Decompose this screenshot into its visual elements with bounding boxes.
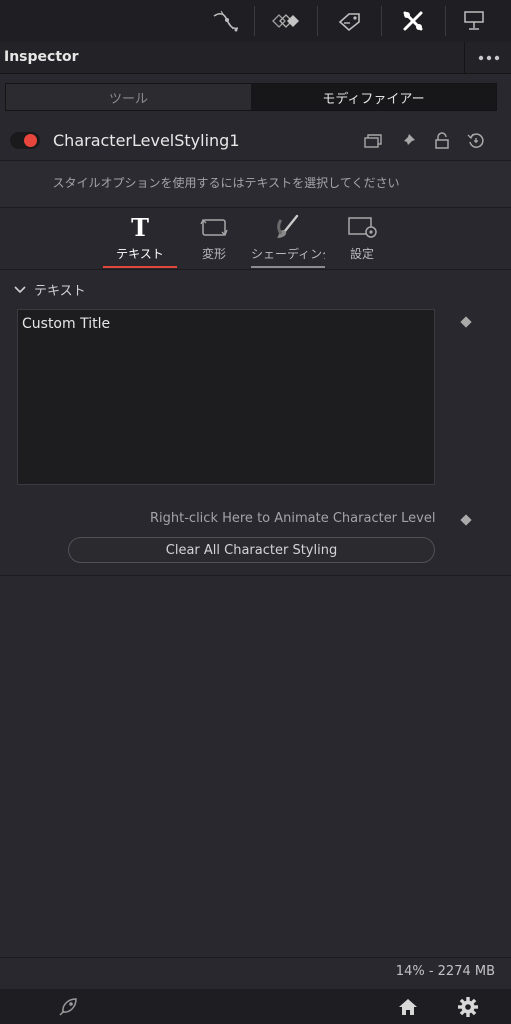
chevron-down-icon <box>14 285 26 293</box>
divider <box>0 269 511 270</box>
keyframe-diamond-icon[interactable] <box>460 316 472 328</box>
panel-title: Inspector <box>4 49 79 65</box>
segment-tools[interactable]: ツール <box>6 84 251 110</box>
divider <box>0 957 511 958</box>
hover-tab-indicator <box>251 266 325 268</box>
pin-icon[interactable] <box>398 131 418 151</box>
styled-text-input[interactable]: Custom Title <box>17 309 435 485</box>
tab-settings[interactable]: 設定 <box>325 210 399 270</box>
text-T-icon: T <box>131 212 149 242</box>
segment-modifiers[interactable]: モディファイアー <box>251 84 496 110</box>
keyframe-diamond-icon[interactable] <box>460 514 472 526</box>
gear-icon[interactable] <box>455 994 481 1020</box>
ellipsis-icon <box>478 55 499 60</box>
active-tab-indicator <box>103 266 177 268</box>
rocket-icon[interactable] <box>55 994 81 1020</box>
settings-gear-icon <box>325 214 399 240</box>
memory-status: 14% - 2274 MB <box>395 964 495 979</box>
divider <box>0 575 511 576</box>
viewer-display-icon[interactable] <box>448 0 500 42</box>
section-title: テキスト <box>34 284 86 299</box>
inspector-tools-icon[interactable] <box>384 0 442 42</box>
tab-shading[interactable]: シェーディング <box>251 210 325 270</box>
transform-icon <box>177 214 251 240</box>
metadata-tag-icon[interactable] <box>320 0 378 42</box>
select-text-hint: スタイルオプションを使用するにはテキストを選択してください <box>52 176 400 190</box>
node-name: CharacterLevelStyling1 <box>53 131 240 150</box>
animate-character-levels-label[interactable]: Right-click Here to Animate Character Le… <box>150 511 436 526</box>
more-options-button[interactable] <box>464 42 511 73</box>
spline-icon[interactable] <box>200 0 252 42</box>
home-icon[interactable] <box>395 994 421 1020</box>
text-section-header[interactable]: テキスト <box>14 280 86 299</box>
clear-character-styling-button[interactable]: Clear All Character Styling <box>68 537 435 563</box>
tab-text[interactable]: T テキスト <box>103 210 177 270</box>
versions-icon[interactable] <box>363 131 383 151</box>
reset-icon[interactable] <box>466 131 486 151</box>
shading-brush-icon <box>251 214 325 240</box>
lock-icon[interactable] <box>432 131 452 151</box>
keyframes-icon[interactable] <box>258 0 314 42</box>
tab-transform[interactable]: 変形 <box>177 210 251 270</box>
toggle-indicator <box>24 134 37 147</box>
tools-modifiers-segment: ツール モディファイアー <box>5 83 497 111</box>
top-toolbar <box>0 0 511 42</box>
